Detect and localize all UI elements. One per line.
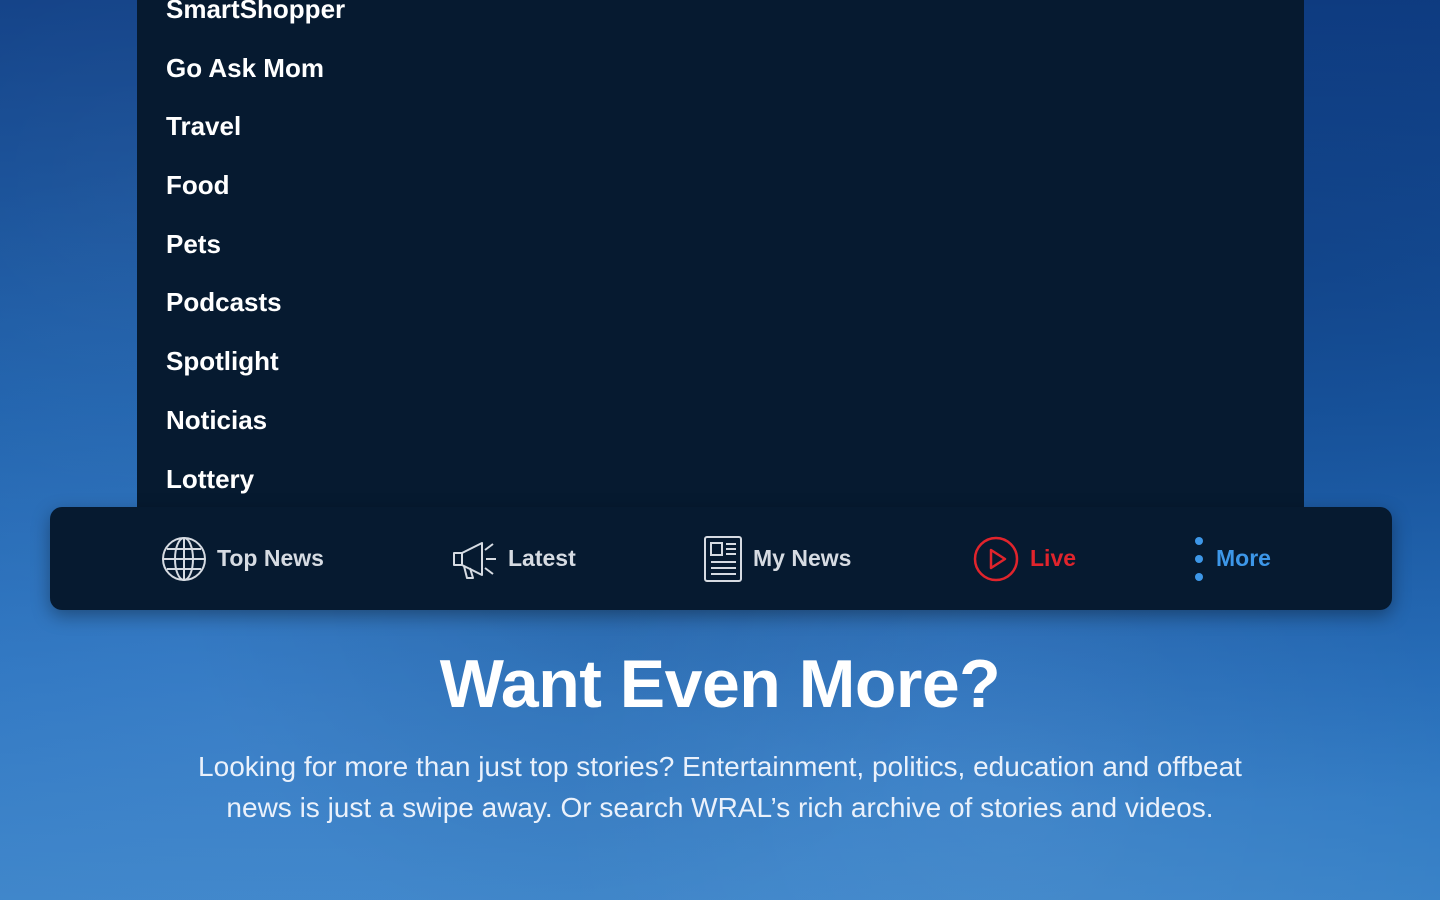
menu-item-lottery[interactable]: Lottery — [166, 450, 345, 509]
megaphone-icon — [452, 538, 498, 580]
tab-top-news-label: Top News — [217, 545, 324, 571]
tab-more-label: More — [1216, 545, 1271, 571]
hero-description: Looking for more than just top stories? … — [198, 751, 1242, 823]
menu-item-food[interactable]: Food — [166, 156, 345, 215]
menu-item-go-ask-mom[interactable]: Go Ask Mom — [166, 39, 345, 98]
menu-item-spotlight[interactable]: Spotlight — [166, 332, 345, 391]
menu-item-podcasts[interactable]: Podcasts — [166, 273, 345, 332]
menu-item-pets[interactable]: Pets — [166, 215, 345, 274]
play-circle-icon — [972, 535, 1020, 583]
menu-item-travel[interactable]: Travel — [166, 97, 345, 156]
tab-top-news[interactable]: Top News — [161, 507, 324, 610]
tab-more[interactable]: More — [1192, 507, 1271, 610]
hero-title: Want Even More? — [439, 646, 1001, 722]
menu-item-noticias[interactable]: Noticias — [166, 391, 345, 450]
globe-icon — [161, 536, 207, 582]
tab-latest[interactable]: Latest — [452, 507, 576, 610]
menu-item-smartshopper[interactable]: SmartShopper — [166, 0, 345, 39]
more-menu-panel: SmartShopper Go Ask Mom Travel Food Pets… — [137, 0, 1304, 520]
tab-my-news-label: My News — [753, 545, 852, 571]
bottom-tab-bar: Top News Latest My News Live More — [50, 507, 1392, 610]
newspaper-icon — [703, 535, 743, 583]
more-menu-list: SmartShopper Go Ask Mom Travel Food Pets… — [166, 0, 345, 508]
vertical-dots-icon — [1192, 535, 1206, 583]
tab-my-news[interactable]: My News — [703, 507, 851, 610]
tab-latest-label: Latest — [508, 545, 576, 571]
tab-live-label: Live — [1030, 545, 1077, 571]
tab-live[interactable]: Live — [972, 507, 1076, 610]
